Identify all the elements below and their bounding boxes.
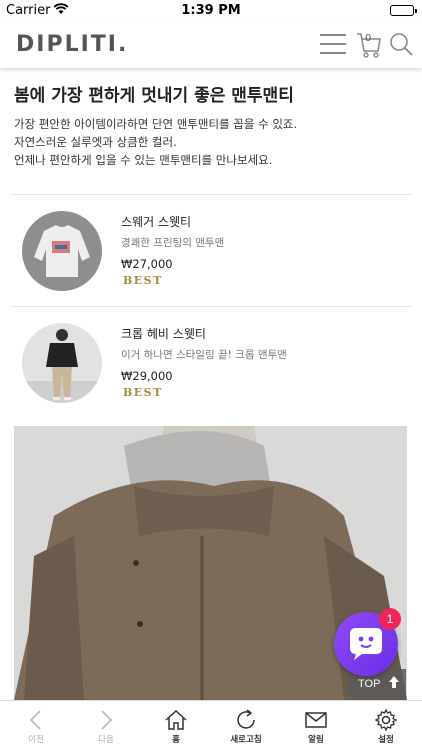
product-price: ₩27,000	[121, 257, 173, 271]
product-item[interactable]: 스웨거 스웻티 경쾌한 프린팅의 맨투맨 ₩27,000 BEST	[0, 195, 422, 305]
nav-label: 새로고침	[230, 735, 262, 745]
app-header: DIPLITI. 0	[0, 22, 422, 68]
nav-settings[interactable]: 설정	[351, 701, 421, 750]
product-subtitle: 이거 하나면 스타일링 끝! 크롭 맨투맨	[121, 349, 287, 361]
mail-icon	[304, 708, 328, 732]
description-line: 언제나 편안하게 입을 수 있는 맨투맨티를 만나보세요.	[14, 153, 273, 167]
status-bar: Carrier 1:39 PM	[0, 0, 422, 22]
nav-label: 홈	[172, 735, 180, 745]
scroll-top-label: TOP	[358, 678, 381, 690]
chevron-right-icon	[94, 708, 118, 732]
search-button[interactable]	[388, 31, 414, 57]
battery-icon	[390, 5, 417, 16]
chat-button[interactable]: 1	[334, 608, 401, 676]
description-line: 자연스러운 실루엣과 상큼한 컬러.	[14, 135, 177, 149]
cart-button[interactable]: 0	[356, 31, 382, 59]
nav-forward[interactable]: 다음	[71, 701, 141, 750]
home-icon	[164, 708, 188, 732]
nav-label: 다음	[98, 735, 114, 745]
product-name[interactable]: 스웨거 스웻티	[121, 213, 191, 230]
chevron-left-icon	[24, 708, 48, 732]
notification-badge: 1	[379, 608, 401, 630]
description-line: 가장 편안한 아이템이라하면 단연 맨투맨티를 꼽을 수 있죠.	[14, 117, 298, 131]
best-badge: BEST	[123, 386, 163, 399]
cart-count: 0	[365, 33, 372, 44]
nav-refresh[interactable]: 새로고침	[211, 701, 281, 750]
nav-back[interactable]: 이전	[1, 701, 71, 750]
product-subtitle: 경쾌한 프린팅의 맨투맨	[121, 237, 225, 249]
nav-notifications[interactable]: 알림	[281, 701, 351, 750]
menu-icon[interactable]	[320, 34, 346, 54]
bottom-nav: 이전 다음 홈 새로고침 알림 설정	[0, 700, 422, 750]
main-content[interactable]: 봄에 가장 편하게 멋내기 좋은 맨투맨티 가장 편안한 아이템이라하면 단연 …	[0, 68, 422, 700]
gear-icon	[374, 708, 398, 732]
clock: 1:39 PM	[181, 3, 241, 18]
product-name[interactable]: 크롭 헤비 스웻티	[121, 325, 206, 342]
nav-home[interactable]: 홈	[141, 701, 211, 750]
nav-label: 설정	[378, 735, 394, 745]
nav-label: 이전	[28, 735, 44, 745]
product-thumbnail[interactable]	[22, 211, 102, 291]
nav-label: 알림	[308, 735, 324, 745]
page-description: 가장 편안한 아이템이라하면 단연 맨투맨티를 꼽을 수 있죠. 자연스러운 실…	[14, 115, 297, 169]
search-icon	[390, 33, 413, 56]
product-thumbnail[interactable]	[22, 323, 102, 403]
best-badge: BEST	[123, 274, 163, 287]
logo[interactable]: DIPLITI.	[16, 32, 128, 57]
product-price: ₩29,000	[121, 369, 173, 383]
page-title: 봄에 가장 편하게 멋내기 좋은 맨투맨티	[14, 86, 294, 106]
product-item[interactable]: 크롭 헤비 스웻티 이거 하나면 스타일링 끝! 크롭 맨투맨 ₩29,000 …	[0, 307, 422, 417]
refresh-icon	[234, 708, 258, 732]
arrow-up-icon	[388, 675, 400, 692]
